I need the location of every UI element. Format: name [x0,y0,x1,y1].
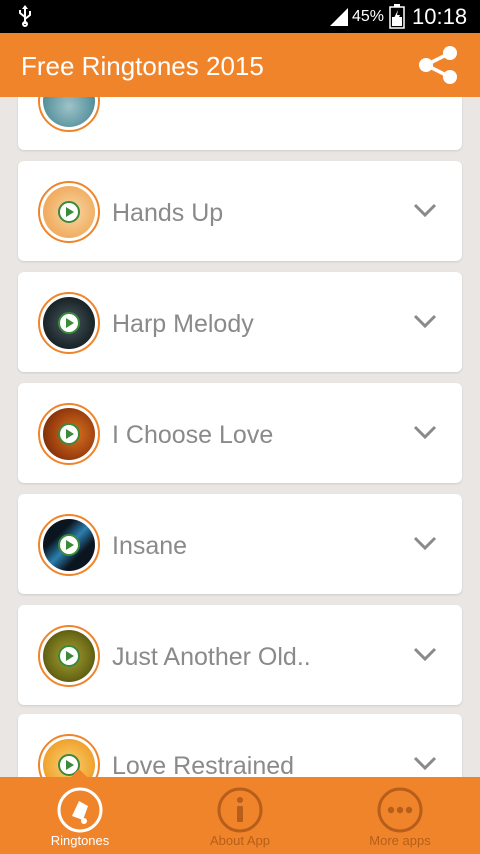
chevron-down-icon[interactable] [412,645,438,663]
play-icon[interactable] [58,423,80,445]
ringtone-title[interactable]: I Choose Love [112,421,273,450]
ringtone-thumbnail[interactable] [38,514,100,576]
usb-icon [19,5,31,27]
chevron-down-icon[interactable] [412,754,438,772]
ringtone-thumbnail[interactable] [38,292,100,354]
chevron-down-icon[interactable] [412,312,438,330]
clock-time: 10:18 [412,4,468,29]
ringtone-list[interactable]: Hands Up Harp Melody I Choose Love Insan… [0,97,480,777]
signal-icon [330,8,348,26]
app-bar: Free Ringtones 2015 [0,33,480,97]
nav-label[interactable]: About App [160,833,320,848]
nav-label[interactable]: Ringtones [0,833,160,848]
ringtone-title[interactable]: Just Another Old.. [112,643,311,672]
share-icon[interactable] [414,43,462,87]
app-title: Free Ringtones 2015 [21,51,264,81]
ringtone-thumbnail[interactable] [38,97,100,132]
nav-about-app[interactable]: About App [160,777,320,854]
ringtone-thumbnail[interactable] [38,403,100,465]
nav-label[interactable]: More apps [320,833,480,848]
nav-ringtones[interactable]: Ringtones [0,777,160,854]
ringtone-card[interactable]: Love Restrained [18,714,462,777]
ringtone-card[interactable] [18,97,462,150]
ringtone-title[interactable]: Hands Up [112,199,223,228]
battery-percent: 45% [352,8,385,25]
battery-icon [389,4,405,29]
nav-more-apps[interactable]: More apps [320,777,480,854]
ringtone-card[interactable]: Harp Melody [18,272,462,372]
chevron-down-icon[interactable] [412,201,438,219]
play-icon[interactable] [58,201,80,223]
ringtone-title[interactable]: Love Restrained [112,752,294,777]
play-icon[interactable] [58,534,80,556]
chevron-down-icon[interactable] [412,534,438,552]
status-bar: 45% 10:18 [0,0,480,33]
ringtone-thumbnail[interactable] [38,734,100,777]
ringtone-thumbnail[interactable] [38,181,100,243]
ringtone-title[interactable]: Insane [112,532,187,561]
play-icon[interactable] [58,312,80,334]
app-screen: { "status_bar": { "battery_percent": "45… [0,0,480,854]
bottom-navigation: Ringtones About App More apps [0,769,480,854]
ringtone-card[interactable]: Insane [18,494,462,594]
ringtones-icon[interactable] [57,787,103,833]
ringtone-card[interactable]: Hands Up [18,161,462,261]
info-icon[interactable] [217,787,263,833]
ringtone-title[interactable]: Harp Melody [112,310,254,339]
ringtone-thumbnail[interactable] [38,625,100,687]
play-icon[interactable] [58,645,80,667]
ringtone-card[interactable]: Just Another Old.. [18,605,462,705]
more-icon[interactable] [377,787,423,833]
chevron-down-icon[interactable] [412,423,438,441]
ringtone-card[interactable]: I Choose Love [18,383,462,483]
